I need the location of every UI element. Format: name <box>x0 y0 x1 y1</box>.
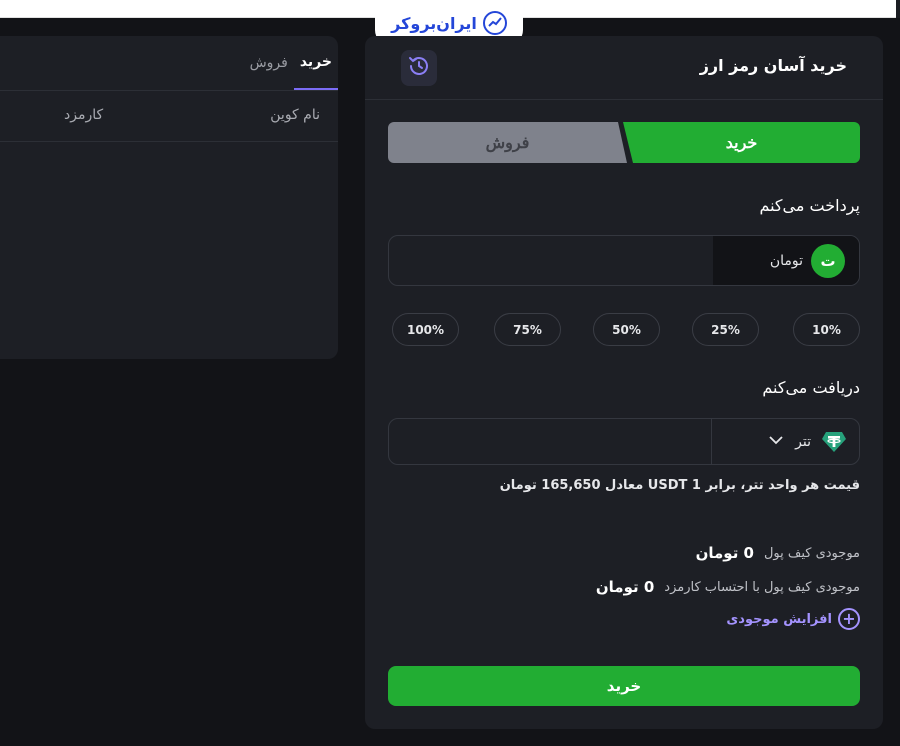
panel-title: خرید آسان رمز ارز <box>699 56 847 75</box>
percent-options: 10% 25% 50% 75% 100% <box>388 313 860 346</box>
pay-currency-name: تومان <box>769 252 803 269</box>
buy-sell-toggle: خرید فروش <box>388 122 860 163</box>
buy-submit-button[interactable]: خرید <box>388 666 860 706</box>
coins-list-panel: خرید فروش نام کوین کارمزد <box>0 36 338 359</box>
percent-100-button[interactable]: 100% <box>392 313 459 346</box>
top-strip-edge <box>896 0 900 18</box>
percent-50-button[interactable]: 50% <box>593 313 660 346</box>
pay-currency: ت تومان <box>713 236 859 285</box>
receive-amount-input[interactable] <box>389 419 715 464</box>
receive-currency-select[interactable]: تتر <box>711 419 859 464</box>
increase-balance-label: افزایش موجودی <box>726 611 832 627</box>
after-fee-label: موجودی کیف پول با احتساب کارمزد <box>664 579 860 595</box>
tab-buy[interactable]: خرید <box>293 36 338 90</box>
after-fee-value: 0 تومان <box>595 578 655 596</box>
sell-toggle-button[interactable]: فروش <box>388 122 627 163</box>
history-icon <box>407 54 431 82</box>
list-header: نام کوین کارمزد <box>0 90 338 142</box>
receive-label: دریافت می‌کنم <box>762 378 860 397</box>
percent-25-button[interactable]: 25% <box>692 313 759 346</box>
panel-header: خرید آسان رمز ارز <box>365 36 883 100</box>
toman-icon: ت <box>811 243 845 278</box>
chevron-down-icon <box>767 431 785 453</box>
pay-field: ت تومان <box>388 235 860 286</box>
logo-text: ایران‌بروکر <box>391 13 477 33</box>
pay-label: پرداخت می‌کنم <box>759 196 860 215</box>
increase-balance-link[interactable]: + افزایش موجودی <box>726 608 860 630</box>
tether-icon <box>821 429 847 455</box>
wallet-balance: موجودی کیف پول 0 تومان <box>696 544 860 562</box>
history-button[interactable] <box>401 50 437 86</box>
pay-amount-input[interactable] <box>389 236 715 285</box>
receive-field: تتر <box>388 418 860 465</box>
column-fee: کارمزد <box>64 107 104 123</box>
buy-toggle-button[interactable]: خرید <box>623 122 860 163</box>
wallet-balance-value: 0 تومان <box>695 544 754 562</box>
rate-info: قیمت هر واحد تتر، برابر USDT 1 معادل 165… <box>499 478 860 493</box>
percent-10-button[interactable]: 10% <box>793 313 860 346</box>
column-coin-name: نام کوین <box>270 107 320 123</box>
plus-circle-icon: + <box>838 608 860 630</box>
wallet-balance-after-fee: موجودی کیف پول با احتساب کارمزد 0 تومان <box>596 578 860 596</box>
percent-75-button[interactable]: 75% <box>494 313 561 346</box>
receive-currency-name: تتر <box>795 433 811 450</box>
easy-buy-panel: خرید آسان رمز ارز خرید فروش پرداخت می‌کن… <box>365 36 883 729</box>
list-tabs: خرید فروش <box>244 36 338 90</box>
wallet-balance-label: موجودی کیف پول <box>763 545 860 561</box>
tab-sell[interactable]: فروش <box>244 36 294 90</box>
trend-chart-icon <box>482 11 507 35</box>
